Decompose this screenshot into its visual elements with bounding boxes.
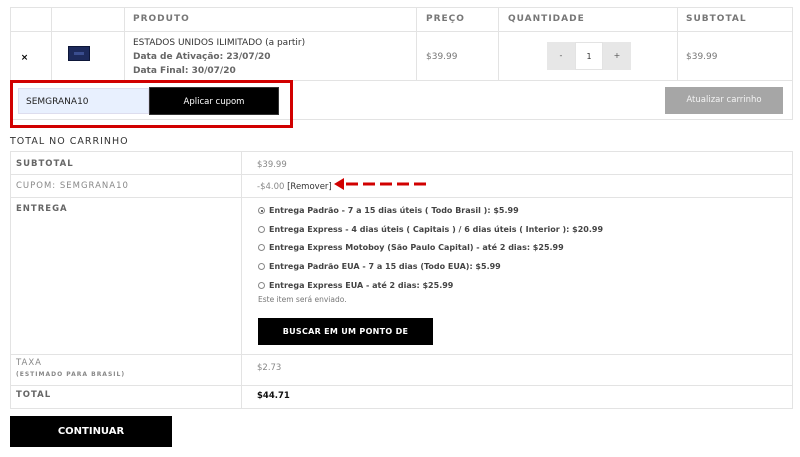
product-thumbnail[interactable] [68,46,90,61]
totals-divider [11,354,792,355]
radio-button[interactable] [258,282,265,289]
activation-date-value: 23/07/20 [226,52,271,62]
final-date-label: Data Final: [133,66,189,76]
tax-sublabel: (ESTIMADO PARA BRASIL) [16,371,126,378]
total-value: $44.71 [257,391,290,401]
shipping-option[interactable]: Entrega Padrão EUA - 7 a 15 dias (Todo E… [258,262,501,271]
header-product: PRODUTO [133,14,190,24]
red-arrow-annotation [334,178,426,190]
header-quantity: QUANTIDADE [508,14,585,24]
item-subtotal: $39.99 [686,52,718,62]
update-cart-button[interactable]: Atualizar carrinho [665,87,783,114]
shipping-option-label: Entrega Express EUA - até 2 dias: $25.99 [269,281,454,290]
shipping-option[interactable]: Entrega Express EUA - até 2 dias: $25.99 [258,281,453,290]
shipping-label: ENTREGA [16,204,68,214]
subtotal-value: $39.99 [257,160,287,170]
shipping-option-label: Entrega Padrão - 7 a 15 dias úteis ( Tod… [269,206,519,215]
shipping-option-label: Entrega Express Motoboy (São Paulo Capit… [269,243,564,252]
column-divider [677,8,678,80]
tax-value: $2.73 [257,363,282,373]
column-divider [416,8,417,80]
shipping-option[interactable]: Entrega Express Motoboy (São Paulo Capit… [258,243,564,252]
shipping-option[interactable]: Entrega Express - 4 dias úteis ( Capitai… [258,225,603,234]
shipping-option[interactable]: Entrega Padrão - 7 a 15 dias úteis ( Tod… [258,206,519,215]
column-divider [51,8,52,80]
header-divider [11,31,792,32]
continue-button[interactable]: CONTINUAR [10,416,172,447]
totals-divider [11,197,792,198]
coupon-discount-value: -$4.00 [257,182,285,192]
quantity-input[interactable]: 1 [575,42,603,70]
coupon-discount-row: -$4.00 [Remover] [257,182,332,192]
close-icon[interactable]: × [20,54,29,63]
radio-button[interactable] [258,244,265,251]
column-divider [498,8,499,80]
coupon-highlight-box [10,80,293,128]
subtotal-label: SUBTOTAL [16,159,74,169]
activation-date-row: Data de Ativação: 23/07/20 [133,52,271,62]
totals-divider [11,174,792,175]
coupon-label: CUPOM: SEMGRANA10 [16,181,129,191]
shipping-note: Este item será enviado. [258,295,347,304]
qty-minus-button[interactable]: - [547,42,575,70]
totals-divider [11,385,792,386]
item-price: $39.99 [426,52,458,62]
totals-column-divider [241,152,242,408]
shipping-option-label: Entrega Padrão EUA - 7 a 15 dias (Todo E… [269,262,501,271]
tax-label: TAXA [16,358,42,368]
radio-button[interactable] [258,263,265,270]
final-date-row: Data Final: 30/07/20 [133,66,236,76]
cart-totals-title: TOTAL NO CARRINHO [10,136,129,147]
header-price: PREÇO [426,14,465,24]
shipping-option-label: Entrega Express - 4 dias úteis ( Capitai… [269,225,604,234]
column-divider [124,8,125,80]
pickup-point-button[interactable]: BUSCAR EM UM PONTO DE RETIRADA. [258,318,433,363]
remove-coupon-link[interactable]: [Remover] [287,182,332,192]
radio-button-selected[interactable] [258,207,265,214]
total-label: TOTAL [16,390,52,400]
activation-date-label: Data de Ativação: [133,52,224,62]
final-date-value: 30/07/20 [191,66,236,76]
header-subtotal: SUBTOTAL [686,14,747,24]
qty-plus-button[interactable]: + [603,42,631,70]
radio-button[interactable] [258,226,265,233]
product-name[interactable]: ESTADOS UNIDOS ILIMITADO (a partir) [133,38,305,48]
